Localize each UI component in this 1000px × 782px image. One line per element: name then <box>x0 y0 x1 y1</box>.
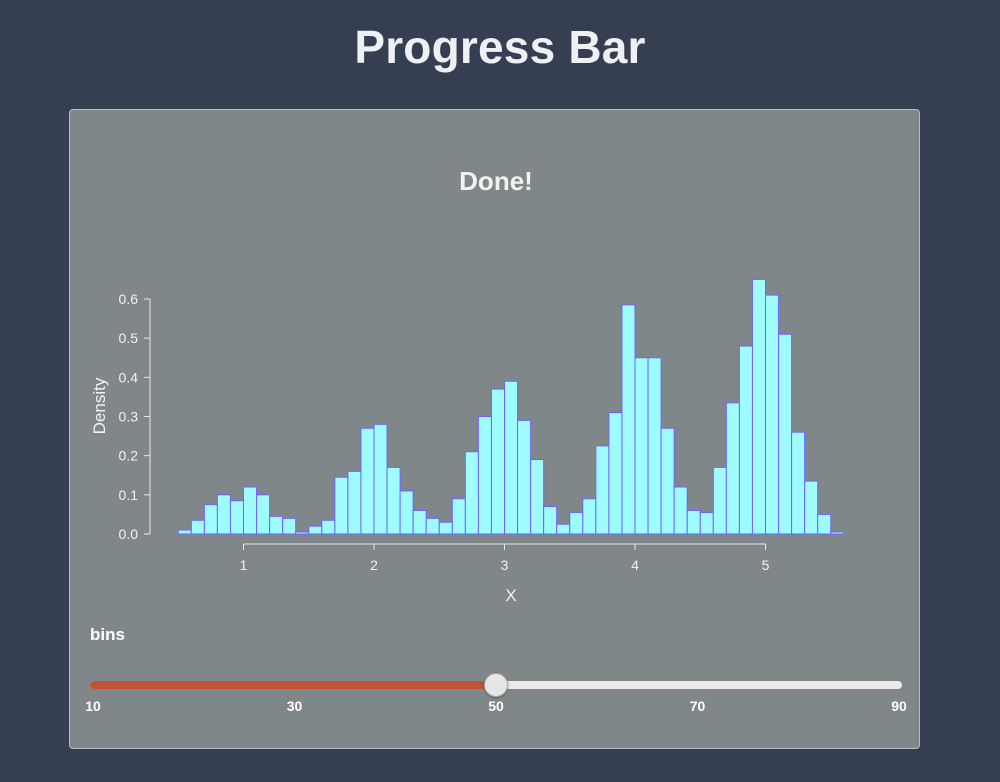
histogram-bar <box>177 529 192 535</box>
y-tick-label: 0.0 <box>119 526 139 542</box>
page-title: Progress Bar <box>354 21 646 73</box>
histogram-bar <box>712 466 727 535</box>
histogram-bar <box>347 470 362 535</box>
histogram-bar <box>243 486 258 535</box>
histogram-bar <box>282 517 297 535</box>
histogram-bar <box>725 402 740 535</box>
slider-tick-label: 50 <box>488 698 504 714</box>
histogram-bar <box>321 519 336 535</box>
histogram-bar <box>490 388 506 535</box>
histogram-bar <box>412 510 427 535</box>
histogram-bar <box>686 510 701 535</box>
x-axis: 1 2 3 4 5 <box>240 543 770 573</box>
histogram-chart: Done! 0.0 0.1 0.2 0.3 0.4 0.5 0.6 1 2 3 4 5 X Dens… <box>90 166 845 605</box>
histogram-bar <box>634 357 649 535</box>
histogram-bar <box>751 278 767 535</box>
histogram-bar <box>229 500 244 535</box>
y-tick-label: 0.5 <box>119 330 139 346</box>
histogram-bar <box>621 304 636 535</box>
histogram-bar <box>504 380 519 535</box>
histogram-bar <box>738 345 753 535</box>
histogram-bar <box>530 459 545 535</box>
histogram-bar <box>190 519 205 535</box>
histogram-bar <box>256 494 271 535</box>
y-axis: 0.0 0.1 0.2 0.3 0.4 0.5 0.6 <box>119 291 151 542</box>
histogram-bar <box>791 431 806 535</box>
histogram-bar <box>425 517 440 535</box>
bins-slider[interactable] <box>90 672 902 698</box>
histogram-bar <box>830 531 845 535</box>
histogram-bar <box>203 504 218 535</box>
histogram-bar <box>556 523 571 535</box>
histogram-bar <box>399 490 414 535</box>
slider-tick-labels: 10 30 50 70 90 <box>85 698 907 718</box>
output-panel: Done! 0.0 0.1 0.2 0.3 0.4 0.5 0.6 1 2 3 4 5 X Dens… <box>69 109 920 749</box>
histogram-bar <box>451 498 466 535</box>
bins-slider-label: bins <box>90 625 125 644</box>
histogram-bar <box>334 476 349 535</box>
histogram-bar <box>765 294 780 535</box>
histogram-bar <box>269 515 284 535</box>
histogram-bar <box>477 416 492 535</box>
y-tick-label: 0.6 <box>119 291 139 307</box>
histogram-bar <box>647 357 662 535</box>
slider-fill <box>90 681 496 689</box>
x-tick-label: 5 <box>762 557 770 573</box>
slider-tick-label: 90 <box>891 698 907 714</box>
histogram-bar <box>660 427 675 535</box>
x-tick-label: 4 <box>631 557 639 573</box>
histogram-bar <box>438 521 453 535</box>
histogram-bar <box>295 531 310 535</box>
x-tick-label: 3 <box>501 557 509 573</box>
histogram-bar <box>216 494 231 535</box>
y-tick-label: 0.4 <box>119 369 139 385</box>
x-tick-label: 1 <box>240 557 248 573</box>
histogram-bar <box>464 451 479 535</box>
histogram-bar <box>673 486 688 535</box>
histogram-bar <box>360 427 375 535</box>
chart-title: Done! <box>459 166 533 196</box>
histogram-bar <box>517 419 532 535</box>
histogram-bar <box>386 466 401 535</box>
y-tick-label: 0.2 <box>119 448 139 464</box>
histogram-bar <box>569 511 584 535</box>
slider-tick-label: 30 <box>286 698 303 714</box>
histogram-bars <box>177 278 845 535</box>
y-tick-label: 0.1 <box>119 487 139 503</box>
histogram-bar <box>804 480 819 535</box>
y-tick-label: 0.3 <box>119 409 139 425</box>
histogram-bar <box>308 525 323 535</box>
histogram-bar <box>595 445 610 535</box>
x-axis-label: X <box>505 586 516 605</box>
slider-tick-label: 70 <box>689 698 706 714</box>
histogram-bar <box>543 506 558 535</box>
histogram-bar <box>373 423 388 535</box>
histogram-bar <box>817 513 832 535</box>
histogram-bar <box>778 333 793 535</box>
histogram-bar <box>582 498 597 535</box>
x-tick-label: 2 <box>370 557 378 573</box>
histogram-bar <box>608 412 623 535</box>
y-axis-label: Density <box>90 377 109 434</box>
slider-thumb[interactable] <box>484 673 508 697</box>
histogram-bar <box>699 511 714 535</box>
slider-tick-label: 10 <box>85 698 101 714</box>
